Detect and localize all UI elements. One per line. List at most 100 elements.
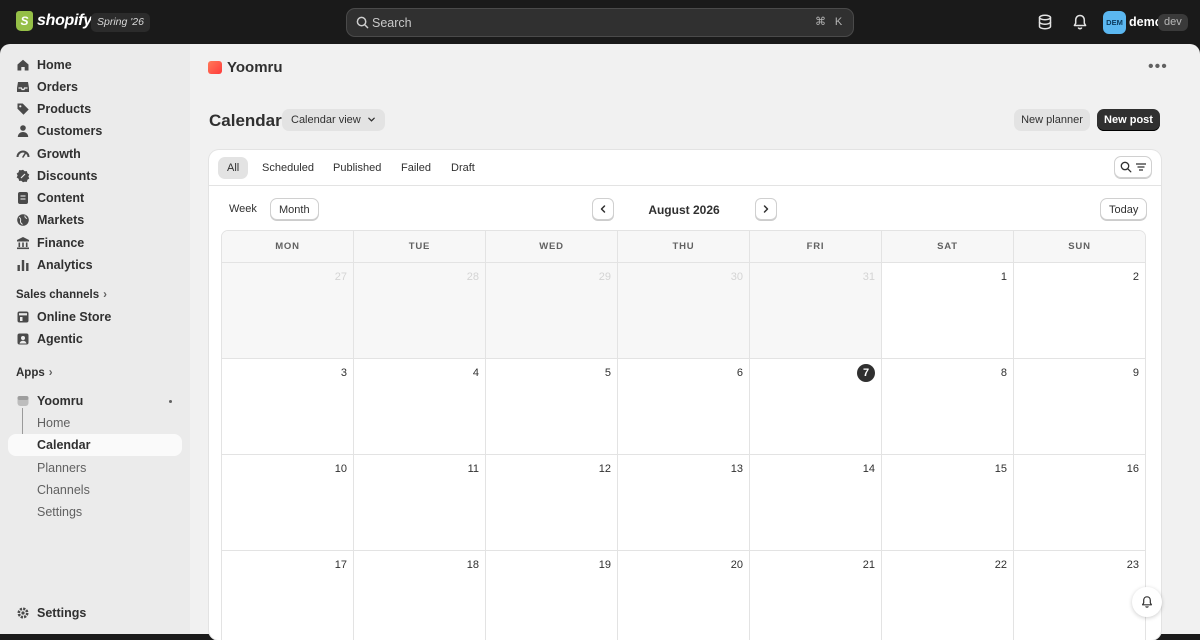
calendar-day-cell[interactable]: 23 — [1013, 551, 1145, 640]
database-icon[interactable] — [1036, 13, 1054, 31]
sidebar-item-orders[interactable]: Orders — [8, 76, 182, 98]
sidebar-subitem-label: Home — [37, 416, 71, 430]
bar-chart-icon — [17, 260, 29, 271]
calendar-day-cell[interactable]: 15 — [881, 455, 1013, 550]
calendar-day-cell[interactable]: 3 — [222, 359, 353, 454]
sidebar-item-label: Content — [37, 191, 85, 205]
tab-scheduled[interactable]: Scheduled — [253, 157, 323, 179]
sidebar-item-markets[interactable]: Markets — [8, 209, 182, 231]
sales-channels-header[interactable]: Sales channels › — [16, 289, 107, 301]
sidebar-item-settings[interactable]: Settings — [8, 602, 182, 624]
calendar-day-cell[interactable]: 13 — [617, 455, 749, 550]
calendar-day-cell[interactable]: 30 — [617, 263, 749, 358]
user-avatar[interactable]: DEM — [1103, 11, 1126, 34]
week-view-button[interactable]: Week — [221, 198, 265, 220]
bank-icon — [17, 237, 29, 250]
day-number: 6 — [736, 367, 743, 379]
calendar-day-cell[interactable]: 11 — [353, 455, 485, 550]
sidebar-item-online-store[interactable]: Online Store — [8, 306, 182, 328]
calendar-day-cell[interactable]: 1 — [881, 263, 1013, 358]
calendar-week-row: 17 18 19 20 21 22 23 — [222, 551, 1145, 640]
sidebar-subitem-planners[interactable]: Planners — [8, 457, 182, 479]
apps-header[interactable]: Apps › — [16, 367, 53, 379]
tab-published[interactable]: Published — [324, 157, 390, 179]
edition-badge[interactable]: Spring '26 — [91, 13, 150, 32]
calendar-day-cell[interactable]: 5 — [485, 359, 617, 454]
sidebar-item-label: Analytics — [37, 258, 93, 272]
calendar-day-cell[interactable]: 20 — [617, 551, 749, 640]
calendar-day-cell[interactable]: 19 — [485, 551, 617, 640]
calendar-grid: MON TUE WED THU FRI SAT SUN 27 28 29 30 31 1 2 3 4 5 6 7 8… — [221, 230, 1146, 640]
sidebar-item-discounts[interactable]: Discounts — [8, 165, 182, 187]
calendar-day-cell-today[interactable]: 7 — [749, 359, 881, 454]
global-search[interactable]: Search ⌘ K — [346, 8, 854, 37]
sidebar-item-customers[interactable]: Customers — [8, 120, 182, 142]
filter-icon — [1136, 163, 1146, 171]
sidebar-item-label: Orders — [37, 80, 78, 94]
sidebar-item-label: Growth — [37, 147, 81, 161]
shopify-logo[interactable]: shopify — [16, 11, 92, 31]
calendar-day-cell[interactable]: 21 — [749, 551, 881, 640]
new-planner-button[interactable]: New planner — [1014, 109, 1090, 131]
sidebar-subitem-label: Settings — [37, 505, 83, 519]
calendar-day-cell[interactable]: 27 — [222, 263, 353, 358]
sidebar-item-content[interactable]: Content — [8, 187, 182, 209]
day-number: 17 — [334, 559, 347, 571]
day-number: 31 — [862, 271, 875, 283]
calendar-day-cell[interactable]: 17 — [222, 551, 353, 640]
calendar-day-cell[interactable]: 2 — [1013, 263, 1145, 358]
calendar-day-cell[interactable]: 31 — [749, 263, 881, 358]
sidebar-item-growth[interactable]: Growth — [8, 143, 182, 165]
today-button[interactable]: Today — [1100, 198, 1148, 220]
calendar-day-cell[interactable]: 12 — [485, 455, 617, 550]
weekday-thu: THU — [617, 231, 749, 262]
sidebar-subitem-calendar[interactable]: Calendar — [8, 434, 182, 456]
calendar-day-cell[interactable]: 6 — [617, 359, 749, 454]
day-number: 4 — [472, 367, 479, 379]
sidebar-item-label: Settings — [37, 606, 87, 620]
sidebar-subitem-label: Calendar — [37, 438, 91, 452]
tab-failed[interactable]: Failed — [392, 157, 440, 179]
sidebar-item-agentic[interactable]: Agentic — [8, 328, 182, 350]
sidebar-item-finance[interactable]: Finance — [8, 232, 182, 254]
sidebar: Home Orders Products Customers Growth Di… — [0, 44, 190, 634]
tab-draft[interactable]: Draft — [442, 157, 484, 179]
sidebar-item-products[interactable]: Products — [8, 98, 182, 120]
sidebar-item-label: Online Store — [37, 310, 112, 324]
calendar-day-cell[interactable]: 16 — [1013, 455, 1145, 550]
sidebar-item-yoomru[interactable]: Yoomru — [8, 390, 182, 412]
new-post-button[interactable]: New post — [1097, 109, 1160, 131]
calendar-day-cell[interactable]: 9 — [1013, 359, 1145, 454]
gauge-icon — [16, 150, 30, 158]
sidebar-item-analytics[interactable]: Analytics — [8, 254, 182, 276]
weekday-tue: TUE — [353, 231, 485, 262]
calendar-view-dropdown[interactable]: Calendar view — [282, 109, 385, 131]
calendar-day-cell[interactable]: 29 — [485, 263, 617, 358]
calendar-day-cell[interactable]: 8 — [881, 359, 1013, 454]
person-icon — [17, 125, 29, 137]
agent-icon — [17, 333, 29, 345]
search-icon — [356, 16, 369, 29]
calendar-day-cell[interactable]: 10 — [222, 455, 353, 550]
more-actions-icon[interactable]: ••• — [1148, 58, 1168, 76]
calendar-day-cell[interactable]: 22 — [881, 551, 1013, 640]
next-month-button[interactable] — [755, 198, 777, 220]
pin-indicator — [169, 400, 172, 403]
calendar-day-cell[interactable]: 28 — [353, 263, 485, 358]
sidebar-subitem-channels[interactable]: Channels — [8, 479, 182, 501]
bell-icon[interactable] — [1071, 13, 1089, 31]
tab-all[interactable]: All — [218, 157, 249, 179]
day-number: 9 — [1132, 367, 1139, 379]
day-number: 28 — [466, 271, 479, 283]
calendar-day-cell[interactable]: 18 — [353, 551, 485, 640]
sidebar-item-home[interactable]: Home — [8, 54, 182, 76]
tag-icon — [17, 103, 29, 115]
notifications-float-button[interactable] — [1132, 587, 1162, 617]
calendar-day-cell[interactable]: 14 — [749, 455, 881, 550]
sidebar-subitem-home[interactable]: Home — [8, 412, 182, 434]
calendar-day-cell[interactable]: 4 — [353, 359, 485, 454]
month-view-button[interactable]: Month — [270, 198, 319, 220]
sidebar-subitem-settings[interactable]: Settings — [8, 501, 182, 523]
search-filter-button[interactable] — [1114, 156, 1152, 178]
yoomru-logo-icon — [208, 61, 222, 74]
